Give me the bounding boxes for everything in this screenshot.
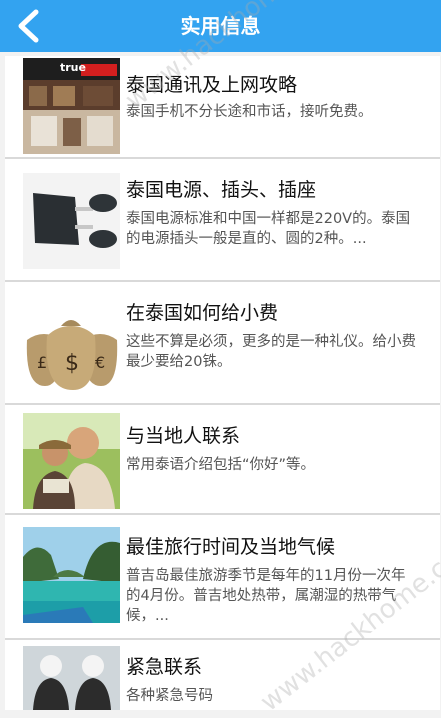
item-desc: 这些不算是必须，更多的是一种礼仪。给小费最少要给20铢。: [126, 334, 416, 370]
item-desc: 各种紧急号码: [126, 688, 213, 704]
list-item[interactable]: 泰国电源、插头、插座 泰国电源标准和中国一样都是220V的。泰国的电源插头一般是…: [5, 159, 440, 282]
money-bags-photo: £ $ €: [23, 296, 120, 392]
item-desc: 普吉岛最佳旅游季节是每年的11月份一次年的4月份。普吉地处热带，属潮湿的热带气候…: [126, 568, 406, 624]
list-item[interactable]: true 泰国通讯及上网攻略 泰国手机不分长途和市话，接听免费。: [5, 56, 440, 159]
item-title: 与当地人联系: [126, 425, 241, 447]
store-photo: true: [23, 58, 120, 154]
list-item[interactable]: £ $ € 在泰国如何给小费 这些不算是必须，更多的是一种礼仪。给小费最少要给2…: [5, 282, 440, 405]
svg-text:$: $: [65, 351, 79, 376]
power-plugs-photo: [23, 173, 120, 269]
item-title: 最佳旅行时间及当地气候: [126, 536, 336, 558]
svg-text:£: £: [37, 353, 47, 372]
item-desc: 泰国手机不分长途和市话，接听免费。: [126, 104, 373, 120]
item-title: 泰国电源、插头、插座: [126, 179, 317, 201]
list-item[interactable]: 最佳旅行时间及当地气候 普吉岛最佳旅游季节是每年的11月份一次年的4月份。普吉地…: [5, 515, 440, 640]
item-title: 泰国通讯及上网攻略: [126, 74, 298, 96]
list-item[interactable]: 紧急联系 各种紧急号码: [5, 640, 440, 710]
page-title: 实用信息: [180, 14, 261, 38]
item-title: 在泰国如何给小费: [126, 302, 279, 324]
list-item[interactable]: 与当地人联系 常用泰语介绍包括“你好”等。: [5, 405, 440, 515]
travelers-photo: [23, 413, 120, 509]
app-header: 实用信息: [0, 0, 441, 52]
item-desc: 常用泰语介绍包括“你好”等。: [126, 457, 316, 473]
bay-photo: [23, 527, 120, 623]
police-photo: [23, 646, 120, 710]
item-title: 紧急联系: [126, 656, 203, 678]
info-list: true 泰国通讯及上网攻略 泰国手机不分长途和市话，接听免费。 泰国电源、插头…: [5, 56, 440, 710]
svg-text:€: €: [95, 353, 105, 372]
store-logo-text: true: [60, 61, 86, 74]
item-desc: 泰国电源标准和中国一样都是220V的。泰国的电源插头一般是直的、圆的2种。...: [126, 211, 411, 247]
